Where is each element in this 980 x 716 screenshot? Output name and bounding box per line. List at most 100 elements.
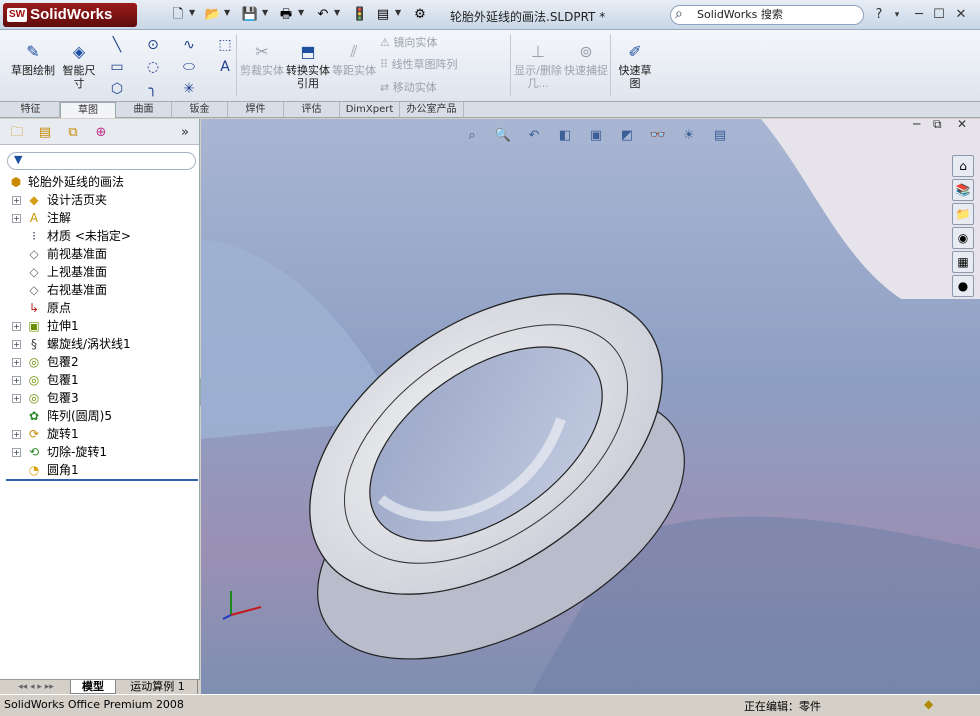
new-icon[interactable]: 🗋 (168, 5, 188, 25)
quick-snaps-button[interactable]: ⊚ 快速捕捉 (564, 42, 608, 77)
tree-item[interactable]: + ▣ 拉伸1 (0, 317, 198, 335)
mirror-entities-button[interactable]: ⚠ 镜向实体 (380, 36, 437, 50)
polygon-icon[interactable]: ⬡ (108, 80, 126, 98)
home-icon[interactable]: ⌂ (952, 155, 974, 177)
expand-icon[interactable]: + (12, 196, 21, 205)
tree-item[interactable]: + ◆ 设计活页夹 (0, 191, 198, 209)
fillet-icon[interactable]: ╮ (144, 80, 162, 98)
tree-item[interactable]: ◇ 右视基准面 (0, 281, 198, 299)
options-icon[interactable]: ⚙ (410, 5, 430, 25)
line-icon[interactable]: ╲ (108, 36, 126, 54)
tree-item[interactable]: ◇ 上视基准面 (0, 263, 198, 281)
tree-item[interactable]: + ◎ 包覆2 (0, 353, 198, 371)
tab-dimxpert[interactable]: DimXpert (340, 102, 400, 118)
display-style-icon[interactable]: ◩ (618, 127, 636, 145)
expand-icon[interactable]: + (12, 214, 21, 223)
print-icon[interactable]: 🖶 (276, 5, 296, 25)
tab-sketch[interactable]: 草图 (60, 102, 116, 118)
zoom-area-icon[interactable]: 🔍 (494, 127, 512, 145)
move-entities-button[interactable]: ⇄ 移动实体 (380, 81, 437, 95)
rollback-bar[interactable] (6, 479, 198, 481)
viewport-close-icon[interactable]: ✕ (957, 119, 967, 131)
minimize-button[interactable]: ─ (910, 6, 928, 24)
section-view-icon[interactable]: ◧ (556, 127, 574, 145)
scene-icon[interactable]: ☀ (680, 127, 698, 145)
tab-features[interactable]: 特征 (2, 102, 60, 118)
viewport-minimize-icon[interactable]: ─ (913, 119, 920, 131)
tree-item[interactable]: ◇ 前视基准面 (0, 245, 198, 263)
solidworks-logo[interactable]: SW SolidWorks (3, 3, 137, 27)
file-explorer-icon[interactable]: 📁 (952, 203, 974, 225)
circle-icon[interactable]: ⊙ (144, 36, 162, 54)
rectangle-icon[interactable]: ▭ (108, 58, 126, 76)
rapid-sketch-button[interactable]: ✐ 快速草图 (614, 42, 656, 90)
linear-pattern-button[interactable]: ⠿ 线性草图阵列 (380, 58, 458, 72)
tree-item[interactable]: + ⟳ 旋转1 (0, 425, 198, 443)
tab-surfaces[interactable]: 曲面 (116, 102, 172, 118)
tree-item[interactable]: + A 注解 (0, 209, 198, 227)
tree-root[interactable]: ⬢ 轮胎外延线的画法 (0, 173, 198, 191)
arc-icon[interactable]: ◌ (144, 58, 162, 76)
hide-show-icon[interactable]: 👓 (649, 127, 667, 145)
tree-item[interactable]: + ◎ 包覆1 (0, 371, 198, 389)
spline-icon[interactable]: ∿ (180, 36, 198, 54)
tab-sheet-metal[interactable]: 钣金 (172, 102, 228, 118)
undo-icon[interactable]: ↶ (313, 5, 333, 25)
tree-item[interactable]: ↳ 原点 (0, 299, 198, 317)
tree-item[interactable]: ◔ 圆角1 (0, 461, 198, 479)
point-icon[interactable]: ✳ (180, 80, 198, 98)
sketch-button[interactable]: ✎ 草图绘制 (10, 42, 56, 77)
tree-item[interactable]: + ⟲ 切除-旋转1 (0, 443, 198, 461)
rebuild-status-icon[interactable]: ◆ (924, 697, 940, 713)
previous-view-icon[interactable]: ↶ (525, 127, 543, 145)
offset-entities-button[interactable]: ⫽ 等距实体 (332, 42, 376, 77)
tab-office-products[interactable]: 办公室产品 (400, 102, 464, 118)
expand-icon[interactable]: + (12, 340, 21, 349)
design-library-icon[interactable]: 📚 (952, 179, 974, 201)
view-orientation-icon[interactable]: ▣ (587, 127, 605, 145)
tree-item[interactable]: + § 螺旋线/涡状线1 (0, 335, 198, 353)
text-icon[interactable]: A (216, 58, 234, 76)
tab-scroll-arrows-icon[interactable]: ◂◂ ◂ ▸ ▸▸ (4, 680, 68, 694)
expand-icon[interactable]: + (12, 430, 21, 439)
tree-filter-input[interactable]: ▼ (7, 152, 196, 170)
show-delete-relations-button[interactable]: ⊥ 显示/删除几... (514, 42, 562, 90)
expand-icon[interactable]: + (12, 358, 21, 367)
tree-item[interactable]: ⁝ 材质 <未指定> (0, 227, 198, 245)
dimxpert-manager-tab-icon[interactable]: ⊕ (90, 123, 112, 143)
graphics-area[interactable]: ⌕ 🔍 ↶ ◧ ▣ ◩ 👓 ☀ ▤ ─ ⧉ ✕ ⌂ 📚 📁 ◉ ▦ ● (201, 119, 980, 694)
tab-motion-study[interactable]: 运动算例 1 (118, 680, 198, 694)
close-button[interactable]: ✕ (952, 6, 970, 24)
trim-entities-button[interactable]: ✂ 剪裁实体 (240, 42, 284, 77)
maximize-button[interactable]: ☐ (930, 6, 948, 24)
tree-item[interactable]: + ◎ 包覆3 (0, 389, 198, 407)
open-icon[interactable]: 📂 (203, 5, 223, 25)
expand-panel-icon[interactable]: » (174, 123, 196, 143)
help-icon[interactable]: ? (870, 6, 888, 24)
zoom-fit-icon[interactable]: ⌕ (463, 127, 481, 145)
property-manager-tab-icon[interactable]: ▤ (34, 123, 56, 143)
smart-dimension-button[interactable]: ◈ 智能尺寸 (58, 42, 100, 90)
tab-weldments[interactable]: 焊件 (228, 102, 284, 118)
view-palette-icon[interactable]: ◉ (952, 227, 974, 249)
file-props-icon[interactable]: ▤ (373, 5, 393, 25)
expand-icon[interactable]: + (12, 448, 21, 457)
appearances-icon[interactable]: ▦ (952, 251, 974, 273)
search-input[interactable]: ⌕ SolidWorks 搜索 (670, 5, 864, 25)
view-settings-icon[interactable]: ▤ (711, 127, 729, 145)
expand-icon[interactable]: + (12, 322, 21, 331)
tab-evaluate[interactable]: 评估 (284, 102, 340, 118)
feature-tree-tab-icon[interactable]: 🗀 (6, 123, 28, 143)
expand-icon[interactable]: + (12, 394, 21, 403)
configuration-manager-tab-icon[interactable]: ⧉ (62, 123, 84, 143)
custom-props-icon[interactable]: ● (952, 275, 974, 297)
rebuild-icon[interactable]: 🚦 (350, 5, 370, 25)
tab-model[interactable]: 模型 (70, 680, 116, 694)
save-icon[interactable]: 💾 (240, 5, 260, 25)
viewport-restore-icon[interactable]: ⧉ (933, 119, 942, 132)
construction-geometry-icon[interactable]: ⬚ (216, 36, 234, 54)
ellipse-icon[interactable]: ⬭ (180, 58, 198, 76)
tree-item[interactable]: ✿ 阵列(圆周)5 (0, 407, 198, 425)
expand-icon[interactable]: + (12, 376, 21, 385)
convert-entities-button[interactable]: ⬒ 转换实体引用 (286, 42, 330, 90)
